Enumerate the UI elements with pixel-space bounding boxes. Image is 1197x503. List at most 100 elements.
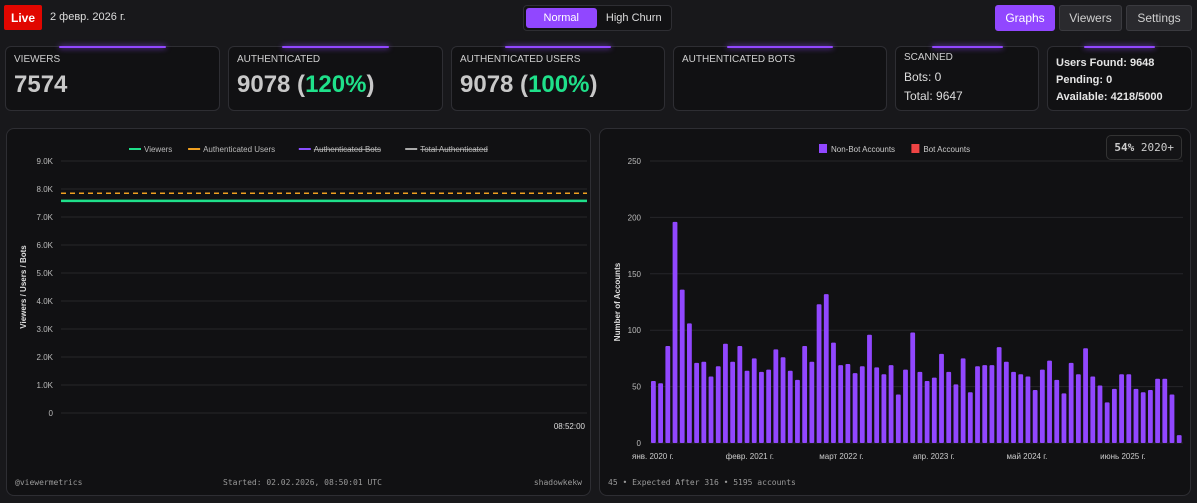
bar bbox=[967, 392, 973, 443]
y-tick-label: 150 bbox=[628, 270, 642, 279]
bar bbox=[931, 377, 937, 443]
bar bbox=[823, 294, 829, 443]
footer-handle: @viewermetrics bbox=[15, 478, 83, 487]
bar bbox=[1090, 376, 1096, 443]
bar bbox=[795, 379, 800, 443]
x-tick-label: май 2024 г. bbox=[1007, 452, 1048, 461]
bar bbox=[924, 380, 930, 443]
scanned-bots: Bots: 0 bbox=[904, 70, 942, 84]
bar bbox=[867, 334, 872, 443]
bar bbox=[1133, 388, 1139, 443]
scanned-card: SCANNED Bots: 0 Total: 9647 bbox=[895, 46, 1039, 111]
bar bbox=[701, 361, 707, 443]
authenticated-users-value: 9078 (100%) bbox=[460, 71, 598, 98]
y-tick-label: 250 bbox=[628, 157, 642, 166]
card-label: SCANNED bbox=[904, 52, 953, 63]
users-found: Users Found: 9648 bbox=[1056, 57, 1155, 69]
legend-authenticated-bots: Authenticated Bots bbox=[314, 145, 381, 154]
footer-started: Started: 02.02.2026, 08:50:01 UTC bbox=[223, 478, 382, 487]
y-tick-label: 9.0K bbox=[37, 157, 54, 166]
authenticated-bots-card: AUTHENTICATED BOTS bbox=[673, 46, 887, 111]
bar bbox=[1126, 374, 1132, 443]
bar bbox=[658, 383, 664, 443]
bar bbox=[816, 304, 822, 443]
bar bbox=[1111, 388, 1117, 443]
bar bbox=[694, 362, 700, 443]
bar bbox=[809, 361, 815, 443]
mode-toggle: Normal High Churn bbox=[523, 5, 672, 31]
bar bbox=[1140, 392, 1146, 443]
bar bbox=[903, 369, 908, 443]
bar bbox=[1061, 393, 1067, 443]
y-tick-label: 3.0K bbox=[37, 325, 54, 334]
settings-button[interactable]: Settings bbox=[1126, 5, 1192, 31]
bar bbox=[715, 366, 721, 443]
card-label: VIEWERS bbox=[14, 54, 61, 65]
bar bbox=[737, 345, 743, 443]
viewers-card: VIEWERS 7574 bbox=[5, 46, 220, 111]
bar bbox=[672, 221, 678, 443]
y-tick-label: 0 bbox=[637, 439, 642, 448]
bar bbox=[1011, 371, 1016, 443]
bar bbox=[665, 345, 671, 443]
y-tick-label: 5.0K bbox=[37, 269, 54, 278]
y-tick-label: 200 bbox=[628, 213, 642, 222]
y-tick-label: 6.0K bbox=[37, 241, 54, 250]
x-tick-label: 08:52:00 bbox=[554, 422, 586, 431]
y-tick-label: 50 bbox=[632, 383, 641, 392]
bar bbox=[852, 373, 858, 443]
bar bbox=[1039, 369, 1045, 443]
percent: 100% bbox=[528, 71, 590, 98]
legend-swatch bbox=[911, 144, 920, 153]
bar bbox=[1075, 374, 1081, 443]
bar bbox=[1054, 379, 1060, 443]
mode-high-churn-button[interactable]: High Churn bbox=[599, 8, 670, 28]
legend-viewers: Viewers bbox=[144, 145, 172, 154]
badge-percent: 54% bbox=[1114, 141, 1135, 154]
pending: Pending: 0 bbox=[1056, 74, 1113, 86]
bar bbox=[744, 370, 750, 443]
bar bbox=[1068, 362, 1074, 443]
y-tick-label: 4.0K bbox=[37, 297, 54, 306]
bar bbox=[787, 370, 793, 443]
footer-channel: shadowkekw bbox=[533, 478, 582, 487]
bar bbox=[874, 367, 880, 443]
bar bbox=[1169, 394, 1175, 443]
authenticated-value: 9078 (120%) bbox=[237, 71, 375, 98]
bar bbox=[1155, 378, 1160, 443]
bar bbox=[1047, 360, 1052, 443]
x-tick-label: февр. 2021 г. bbox=[726, 452, 774, 461]
current-date: 2 февр. 2026 г. bbox=[50, 11, 126, 23]
y-axis-label: Viewers / Users / Bots bbox=[19, 245, 28, 329]
authenticated-card: AUTHENTICATED 9078 (120%) bbox=[228, 46, 443, 111]
legend-authenticated-users: Authenticated Users bbox=[203, 145, 275, 154]
y-axis-label: Number of Accounts bbox=[613, 262, 622, 341]
viewers-line-chart: 0 1.0K 2.0K 3.0K 4.0K 5.0K 6.0K 7.0K 8.0K 9.0K 08:… bbox=[19, 145, 587, 431]
bar bbox=[1018, 374, 1024, 443]
bar bbox=[751, 358, 757, 443]
bar bbox=[1147, 389, 1153, 443]
legend-bot-accounts: Bot Accounts bbox=[923, 145, 970, 154]
bar bbox=[895, 394, 901, 443]
bar bbox=[975, 366, 980, 443]
viewers-chart-panel: 0 1.0K 2.0K 3.0K 4.0K 5.0K 6.0K 7.0K 8.0K 9.0K 08:… bbox=[6, 128, 591, 496]
bar bbox=[859, 366, 865, 443]
scanned-total: Total: 9647 bbox=[904, 89, 963, 103]
x-tick-label: март 2022 г. bbox=[819, 452, 863, 461]
percent: 120% bbox=[305, 71, 367, 98]
mode-normal-button[interactable]: Normal bbox=[526, 8, 597, 28]
y-tick-label: 8.0K bbox=[37, 185, 54, 194]
badge-label: 2020+ bbox=[1140, 141, 1174, 154]
available: Available: 4218/5000 bbox=[1056, 91, 1163, 103]
bar bbox=[687, 323, 692, 443]
bar bbox=[1083, 348, 1088, 443]
viewers-button[interactable]: Viewers bbox=[1059, 5, 1122, 31]
bar bbox=[759, 371, 764, 443]
bar bbox=[838, 365, 844, 443]
bar bbox=[679, 289, 685, 443]
bar bbox=[996, 347, 1002, 443]
accounts-chart-panel: 0 50 100 150 200 250 Number of Accounts янв. 20… bbox=[599, 128, 1191, 496]
graphs-button[interactable]: Graphs bbox=[995, 5, 1055, 31]
authenticated-users-card: AUTHENTICATED USERS 9078 (100%) bbox=[451, 46, 665, 111]
legend-non-bot-accounts: Non-Bot Accounts bbox=[831, 145, 895, 154]
